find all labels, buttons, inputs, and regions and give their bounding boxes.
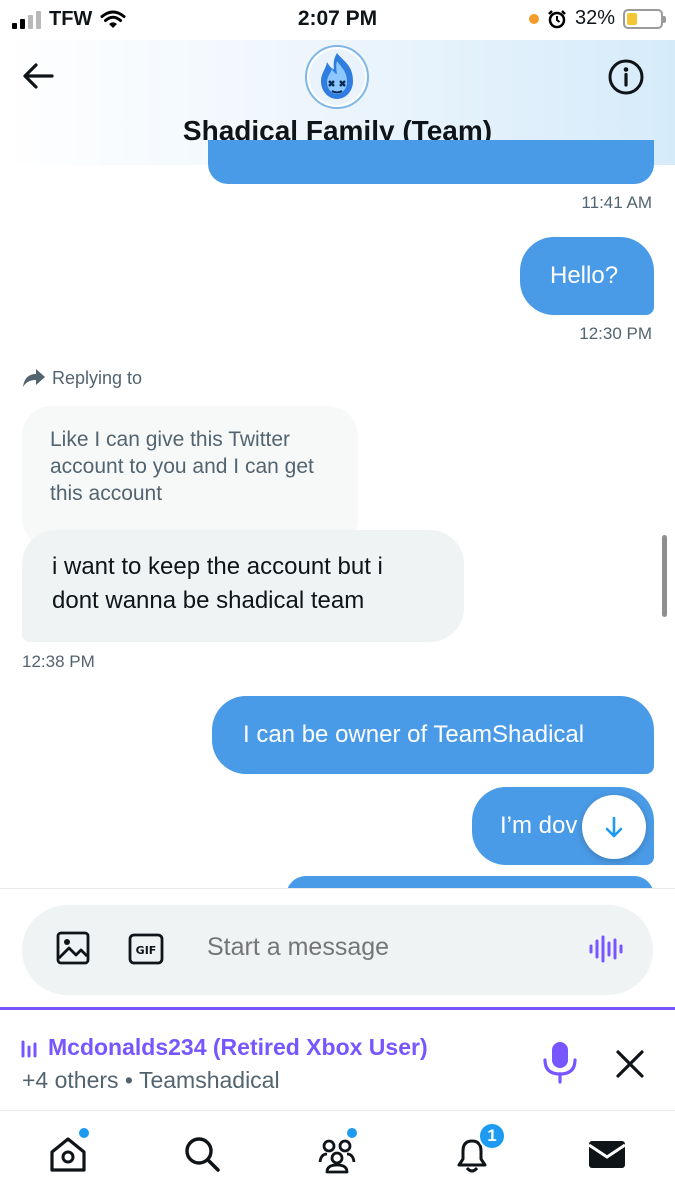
space-subtitle: +4 others • Teamshadical: [22, 1067, 280, 1093]
status-bar: TFW 2:07 PM 32%: [0, 0, 675, 40]
arrow-down-icon: [605, 816, 623, 838]
message-bubble-partial[interactable]: [208, 140, 654, 184]
scrollbar[interactable]: [662, 535, 667, 617]
message-bubble-outgoing[interactable]: I can be owner of TeamShadical: [212, 696, 654, 774]
communities-notification-dot: [347, 1128, 357, 1138]
search-icon: [185, 1137, 220, 1172]
replying-to-label: Replying to: [22, 367, 142, 389]
battery-percent: 32%: [574, 7, 615, 29]
group-avatar[interactable]: [305, 45, 369, 109]
message-text: I can be owner of TeamShadical: [243, 721, 585, 748]
message-text: I’m dov: [500, 812, 578, 839]
message-composer[interactable]: GIF: [22, 905, 653, 995]
voice-message-icon[interactable]: [587, 931, 623, 967]
message-bubble-incoming[interactable]: i want to keep the account but i dont wa…: [22, 530, 464, 642]
composer-area: GIF: [0, 888, 675, 1008]
gif-icon[interactable]: GIF: [128, 933, 164, 965]
message-input[interactable]: [207, 933, 567, 962]
battery-icon: [623, 8, 666, 29]
message-timestamp: 11:41 AM: [581, 193, 652, 212]
microphone-icon[interactable]: [540, 1040, 580, 1084]
back-arrow-icon[interactable]: [20, 58, 56, 94]
close-icon[interactable]: [614, 1048, 646, 1080]
message-text: Hello?: [550, 262, 619, 289]
tab-notifications[interactable]: 1: [450, 1122, 506, 1176]
tab-search[interactable]: [180, 1132, 224, 1176]
live-space-bar[interactable]: Mcdonalds234 (Retired Xbox User) +4 othe…: [0, 1007, 675, 1111]
info-icon[interactable]: [607, 58, 645, 96]
bottom-tab-bar: 1: [0, 1112, 675, 1200]
tab-communities[interactable]: [315, 1128, 359, 1176]
svg-text:GIF: GIF: [136, 944, 157, 957]
home-notification-dot: [79, 1128, 89, 1138]
quoted-message[interactable]: Like I can give this Twitter account to …: [22, 406, 358, 548]
tab-home[interactable]: [46, 1128, 90, 1176]
message-timestamp: 12:30 PM: [579, 324, 652, 343]
envelope-icon: [588, 1141, 626, 1168]
home-icon: [50, 1137, 86, 1172]
message-text: i want to keep the account but i dont wa…: [52, 553, 383, 614]
message-timestamp: 12:38 PM: [22, 652, 95, 671]
privacy-indicator-dot: [528, 13, 539, 24]
communities-icon: [318, 1139, 356, 1174]
image-icon[interactable]: [56, 931, 90, 965]
quoted-text: Like I can give this Twitter account to …: [50, 428, 314, 505]
tab-messages[interactable]: [585, 1132, 629, 1176]
space-host: Mcdonalds234 (Retired Xbox User): [20, 1034, 428, 1061]
scroll-to-bottom-button[interactable]: [582, 795, 646, 859]
reply-arrow-icon: [23, 369, 45, 387]
alarm-icon: [548, 9, 566, 28]
flame-logo-icon: [309, 49, 365, 105]
message-bubble-outgoing[interactable]: Hello?: [520, 237, 654, 315]
notification-count-badge: 1: [478, 1122, 506, 1150]
audio-bars-icon: [21, 1040, 37, 1057]
status-right: 32%: [528, 7, 666, 30]
replying-to-text: Replying to: [52, 367, 143, 388]
space-host-name: Mcdonalds234 (Retired Xbox User): [48, 1034, 428, 1060]
